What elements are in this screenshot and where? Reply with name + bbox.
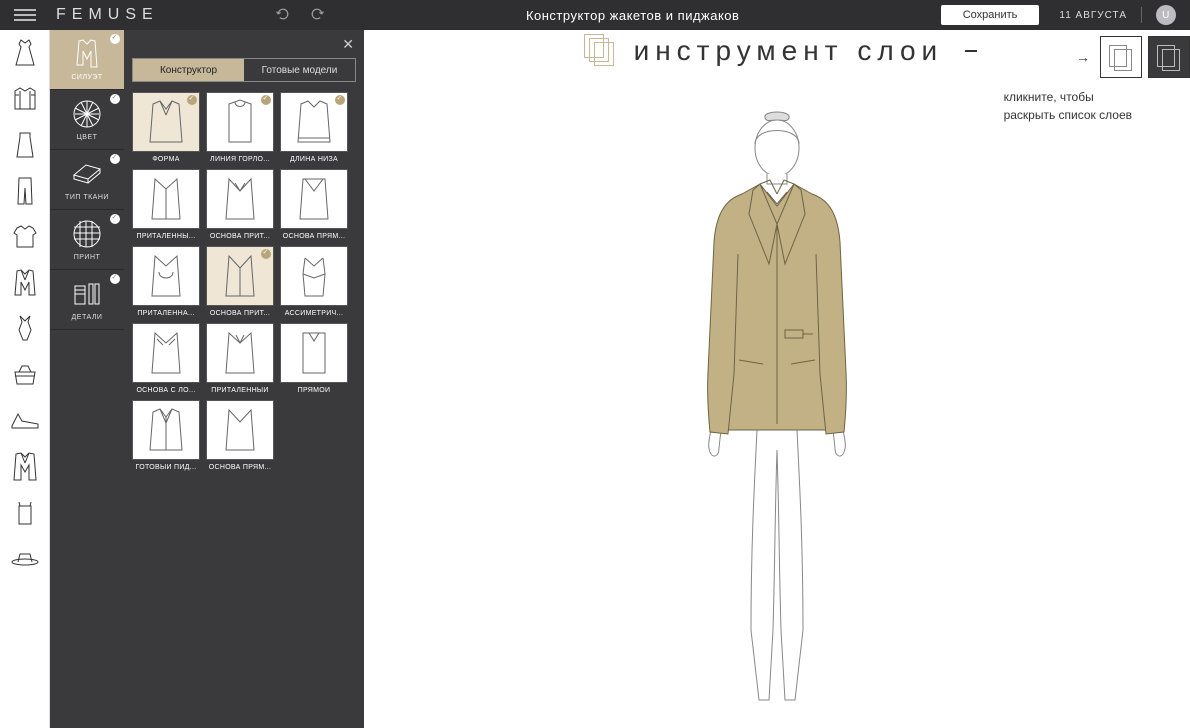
garment-bag-icon[interactable]: [10, 358, 40, 392]
option-label: ПРИТАЛЕННА...: [132, 310, 200, 317]
garment-pants-icon[interactable]: [10, 174, 40, 208]
garment-jacket-icon[interactable]: [10, 266, 40, 300]
garment-swimsuit-icon[interactable]: [10, 312, 40, 346]
prop-details[interactable]: ДЕТАЛИ: [50, 270, 124, 330]
option-thumb[interactable]: ГОТОВЫЙ ПИД...: [132, 400, 200, 471]
user-avatar[interactable]: U: [1156, 5, 1176, 25]
option-thumb[interactable]: ОСНОВА ПРИТ...: [206, 169, 274, 240]
canvas-area: инструмент слои кликните, чтобы раскрыть…: [364, 30, 1190, 728]
layers-title: инструмент слои: [634, 35, 944, 67]
option-label: ДЛИНА НИЗА: [280, 156, 348, 163]
menu-button[interactable]: [0, 0, 50, 30]
option-label: ОСНОВА С ЛО...: [132, 387, 200, 394]
garment-hat-icon[interactable]: [10, 542, 40, 576]
option-label: ФОРМА: [132, 156, 200, 163]
option-thumb[interactable]: ОСНОВА ПРЯМ...: [280, 169, 348, 240]
tab-constructor[interactable]: Конструктор: [133, 59, 244, 81]
save-button[interactable]: Сохранить: [941, 5, 1040, 25]
check-icon: [261, 95, 271, 105]
garment-sweater-icon[interactable]: [10, 220, 40, 254]
option-thumb[interactable]: ЛИНИЯ ГОРЛО...: [206, 92, 274, 163]
layers-deco-icon: [584, 34, 618, 68]
check-icon: [110, 154, 120, 164]
option-thumb[interactable]: ПРИТАЛЕННЫЙ: [206, 323, 274, 394]
option-thumb[interactable]: ПРИТАЛЕННА...: [132, 246, 200, 317]
garment-skirt-icon[interactable]: [10, 128, 40, 162]
check-icon: [335, 95, 345, 105]
tab-ready-models[interactable]: Готовые модели: [244, 59, 355, 81]
option-label: ОСНОВА ПРЯМ...: [206, 464, 274, 471]
property-column: СИЛУЭТ ЦВЕТ ТИП ТКАНИ ПРИНТ ДЕТАЛИ: [50, 30, 124, 728]
prop-silhouette[interactable]: СИЛУЭТ: [50, 30, 124, 90]
option-label: ОСНОВА ПРИТ...: [206, 310, 274, 317]
option-thumb[interactable]: ДЛИНА НИЗА: [280, 92, 348, 163]
check-icon: [110, 34, 120, 44]
tab-switch: Конструктор Готовые модели: [132, 58, 356, 82]
options-panel: ✕ Конструктор Готовые модели ФОРМА ЛИНИЯ …: [124, 30, 364, 728]
prop-color[interactable]: ЦВЕТ: [50, 90, 124, 150]
brand-logo: FEMUSE: [50, 6, 165, 24]
redo-button[interactable]: [309, 6, 325, 25]
check-icon: [110, 94, 120, 104]
option-thumb[interactable]: ФОРМА: [132, 92, 200, 163]
garment-shoe-icon[interactable]: [10, 404, 40, 438]
mannequin-figure: [657, 100, 897, 720]
layer-tool-light[interactable]: [1100, 36, 1142, 78]
option-thumb[interactable]: ОСНОВА ПРЯМ...: [206, 400, 274, 471]
check-icon: [261, 249, 271, 259]
check-icon: [110, 214, 120, 224]
check-icon: [187, 95, 197, 105]
layer-tool-dark[interactable]: [1148, 36, 1190, 78]
garment-rail: [0, 30, 50, 728]
option-thumb[interactable]: ПРЯМОЙ: [280, 323, 348, 394]
topbar: FEMUSE Конструктор жакетов и пиджаков Со…: [0, 0, 1190, 30]
garment-top-icon[interactable]: [10, 496, 40, 530]
option-thumb[interactable]: ОСНОВА С ЛО...: [132, 323, 200, 394]
option-thumb[interactable]: ПРИТАЛЕННЫ...: [132, 169, 200, 240]
garment-coat-icon[interactable]: [10, 450, 40, 484]
check-icon: [110, 274, 120, 284]
option-thumb[interactable]: ОСНОВА ПРИТ...: [206, 246, 274, 317]
option-label: ОСНОВА ПРЯМ...: [280, 233, 348, 240]
option-label: ПРИТАЛЕННЫ...: [132, 233, 200, 240]
undo-button[interactable]: [275, 6, 291, 25]
garment-dress-icon[interactable]: [10, 36, 40, 70]
option-label: ЛИНИЯ ГОРЛО...: [206, 156, 274, 163]
option-label: ОСНОВА ПРИТ...: [206, 233, 274, 240]
options-grid: ФОРМА ЛИНИЯ ГОРЛО... ДЛИНА НИЗА ПРИТАЛЕННЫ.…: [132, 92, 356, 471]
close-icon[interactable]: ✕: [342, 36, 354, 53]
date-label: 11 АВГУСТА: [1059, 10, 1127, 21]
option-label: ГОТОВЫЙ ПИД...: [132, 464, 200, 471]
option-label: ПРИТАЛЕННЫЙ: [206, 387, 274, 394]
garment-shirt-icon[interactable]: [10, 82, 40, 116]
option-label: ПРЯМОЙ: [280, 387, 348, 394]
prop-print[interactable]: ПРИНТ: [50, 210, 124, 270]
option-label: АССИМЕТРИЧ...: [280, 310, 348, 317]
page-title: Конструктор жакетов и пиджаков: [325, 8, 941, 23]
prop-fabric[interactable]: ТИП ТКАНИ: [50, 150, 124, 210]
layer-tool: →: [1076, 36, 1190, 78]
option-thumb[interactable]: АССИМЕТРИЧ...: [280, 246, 348, 317]
arrow-right-icon: →: [1076, 49, 1090, 65]
